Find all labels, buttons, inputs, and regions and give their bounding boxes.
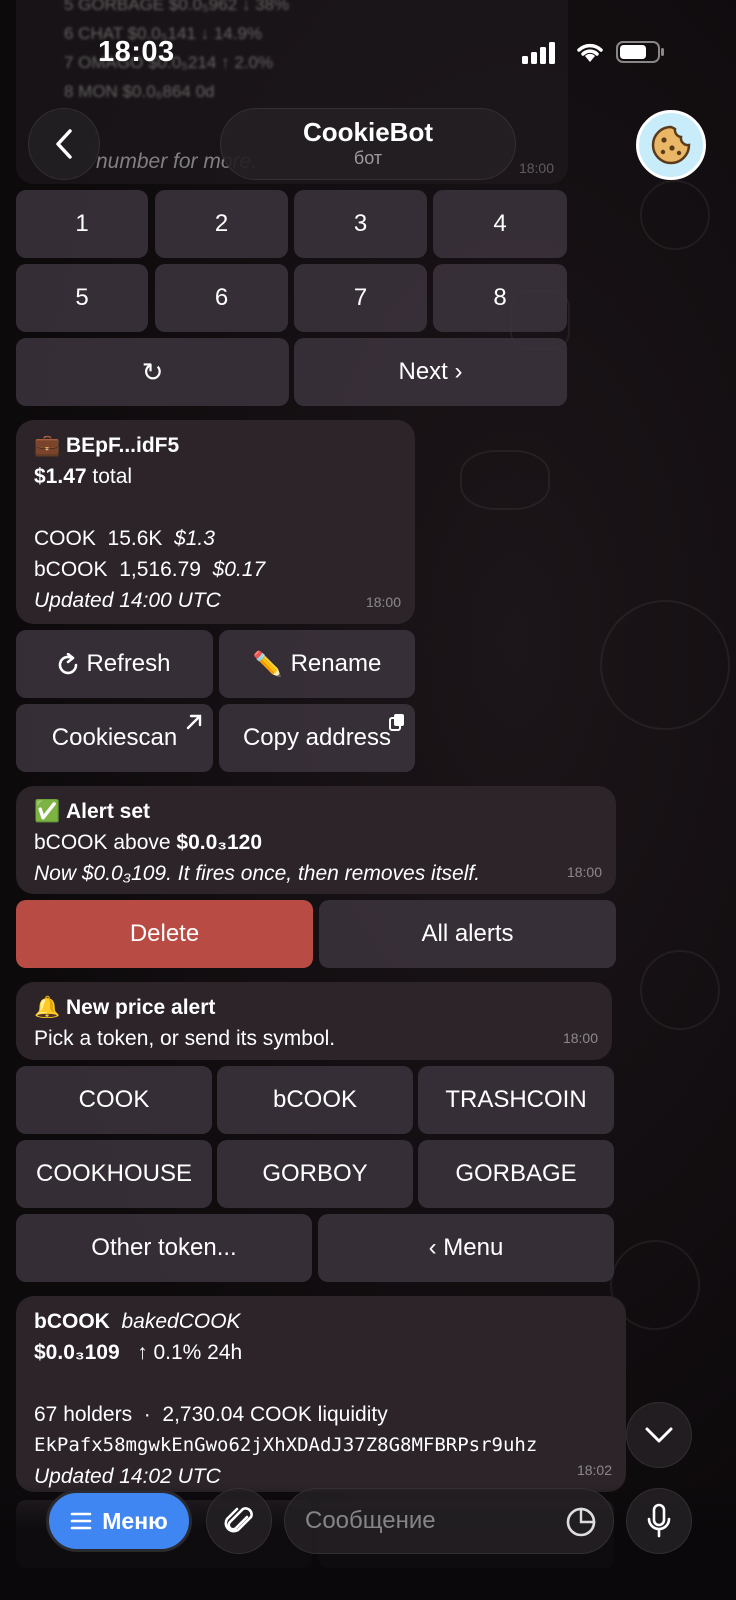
paperclip-icon	[224, 1507, 253, 1533]
refresh-icon: ↻	[141, 356, 164, 387]
message-time: 18:00	[562, 1030, 598, 1046]
rename-button[interactable]: ✏️ Rename	[219, 630, 415, 698]
alert-note: Now $0.0₃109. It fires once, then remove…	[34, 862, 481, 885]
delete-alert-button[interactable]: Delete	[16, 900, 313, 968]
wifi-icon	[574, 40, 606, 64]
pencil-icon: ✏️	[252, 650, 283, 678]
new-alert-subtitle: Pick a token, or send its symbol.	[34, 1027, 336, 1050]
token-price: $0.0₃109	[34, 1341, 120, 1364]
chevron-down-icon	[645, 1427, 673, 1443]
token-name: bakedCOOK	[121, 1310, 241, 1333]
token-change: ↑ 0.1% 24h	[137, 1341, 243, 1364]
refresh-icon	[59, 653, 78, 675]
next-page-button[interactable]: Next ›	[294, 338, 567, 406]
wallet-row: bCOOK 1,516.79 $0.17	[34, 558, 266, 581]
menu-back-button[interactable]: ‹ Menu	[318, 1214, 614, 1282]
token-liquidity: 2,730.04 COOK liquidity	[162, 1403, 388, 1426]
menu-label: Меню	[102, 1507, 168, 1534]
cookie-icon	[651, 125, 691, 165]
message-time: 18:00	[365, 594, 401, 610]
scroll-down-button[interactable]	[626, 1402, 692, 1468]
token-button-trashcoin[interactable]: TRASHCOIN	[418, 1066, 614, 1134]
wallet-updated: Updated 14:00 UTC	[34, 589, 221, 612]
chat-screen: 5 GORBAGE $0.0₅962 ↓ 38% 6 CHAT $0.0₅141…	[0, 0, 736, 1600]
message-time: 18:00	[566, 864, 602, 880]
wallet-total: $1.47	[34, 465, 87, 488]
status-time: 18:03	[98, 36, 175, 68]
bot-avatar[interactable]	[636, 110, 706, 180]
refresh-list-button[interactable]: ↻	[16, 338, 289, 406]
wallet-refresh-button[interactable]: Refresh	[16, 630, 213, 698]
alert-condition: bCOOK above	[34, 831, 177, 854]
alert-set-message: ✅ Alert set bCOOK above $0.0₃120 Now $0.…	[16, 786, 616, 894]
background-doodle	[600, 600, 730, 730]
menu-button[interactable]: Меню	[46, 1490, 192, 1552]
message-placeholder: Сообщение	[305, 1507, 436, 1534]
background-doodle	[640, 950, 720, 1030]
bell-icon: 🔔	[34, 996, 61, 1019]
attach-button[interactable]	[206, 1488, 272, 1554]
check-icon: ✅	[34, 800, 61, 823]
token-holders: 67 holders	[34, 1403, 133, 1426]
new-alert-title: New price alert	[66, 996, 216, 1019]
copy-address-button[interactable]: Copy address	[219, 704, 415, 772]
faded-line: 8 MON $0.0₆864 0d	[64, 82, 215, 101]
cookiescan-label: Cookiescan	[51, 724, 178, 751]
chat-subtitle: бот	[353, 148, 383, 168]
wallet-message: 💼 BEpF...idF5 $1.47 total COOK 15.6K $1.…	[16, 420, 415, 624]
number-button-4[interactable]: 4	[433, 190, 567, 258]
token-address[interactable]: EkPafx58mgwkEnGwo62jXhXDAdJ37Z8G8MFBRPsr…	[34, 1430, 608, 1461]
chat-title: CookieBot	[303, 117, 433, 147]
sticker-clock-icon[interactable]	[565, 1506, 597, 1538]
token-button-cook[interactable]: COOK	[16, 1066, 212, 1134]
battery-icon	[616, 40, 666, 64]
number-button-3[interactable]: 3	[294, 190, 427, 258]
background-doodle	[640, 180, 710, 250]
faded-line: 5 GORBAGE $0.0₅962 ↓ 38%	[64, 0, 290, 14]
wallet-name: BEpF...idF5	[66, 434, 180, 457]
token-info-message: bCOOK bakedCOOK $0.0₃109 ↑ 0.1% 24h 67 h…	[16, 1296, 626, 1492]
wallet-total-word: total	[92, 465, 133, 488]
copy-address-label: Copy address	[242, 724, 392, 751]
voice-button[interactable]	[626, 1488, 692, 1554]
cookiescan-link-button[interactable]: Cookiescan	[16, 704, 213, 772]
token-button-cookhouse[interactable]: COOKHOUSE	[16, 1140, 212, 1208]
number-button-1[interactable]: 1	[16, 190, 148, 258]
number-button-6[interactable]: 6	[155, 264, 288, 332]
refresh-label: Refresh	[86, 650, 171, 677]
number-button-5[interactable]: 5	[16, 264, 148, 332]
number-button-8[interactable]: 8	[433, 264, 567, 332]
signal-icon	[522, 42, 558, 64]
token-symbol: bCOOK	[34, 1310, 110, 1333]
chat-title-pill[interactable]: CookieBot бот	[220, 108, 516, 180]
token-button-gorbage[interactable]: GORBAGE	[418, 1140, 614, 1208]
other-token-button[interactable]: Other token...	[16, 1214, 312, 1282]
token-button-bcook[interactable]: bCOOK	[217, 1066, 413, 1134]
faded-time: 18:00	[518, 160, 554, 176]
briefcase-icon: 💼	[34, 434, 61, 457]
number-button-2[interactable]: 2	[155, 190, 288, 258]
background-doodle	[460, 450, 550, 510]
number-button-7[interactable]: 7	[294, 264, 427, 332]
external-link-icon	[186, 714, 202, 730]
copy-icon	[389, 714, 404, 731]
token-button-gorboy[interactable]: GORBOY	[217, 1140, 413, 1208]
alert-set-title: Alert set	[66, 800, 151, 823]
wallet-row: COOK 15.6K $1.3	[34, 527, 215, 550]
alert-threshold: $0.0₃120	[176, 831, 263, 854]
chevron-left-icon	[56, 129, 72, 159]
new-alert-message: 🔔 New price alert Pick a token, or send …	[16, 982, 612, 1060]
rename-label: Rename	[290, 650, 382, 677]
message-input[interactable]: Сообщение	[284, 1488, 614, 1554]
all-alerts-button[interactable]: All alerts	[319, 900, 616, 968]
hamburger-icon	[70, 1512, 92, 1530]
microphone-icon	[647, 1503, 671, 1538]
back-button[interactable]	[28, 108, 100, 180]
message-time: 18:02	[576, 1462, 612, 1478]
